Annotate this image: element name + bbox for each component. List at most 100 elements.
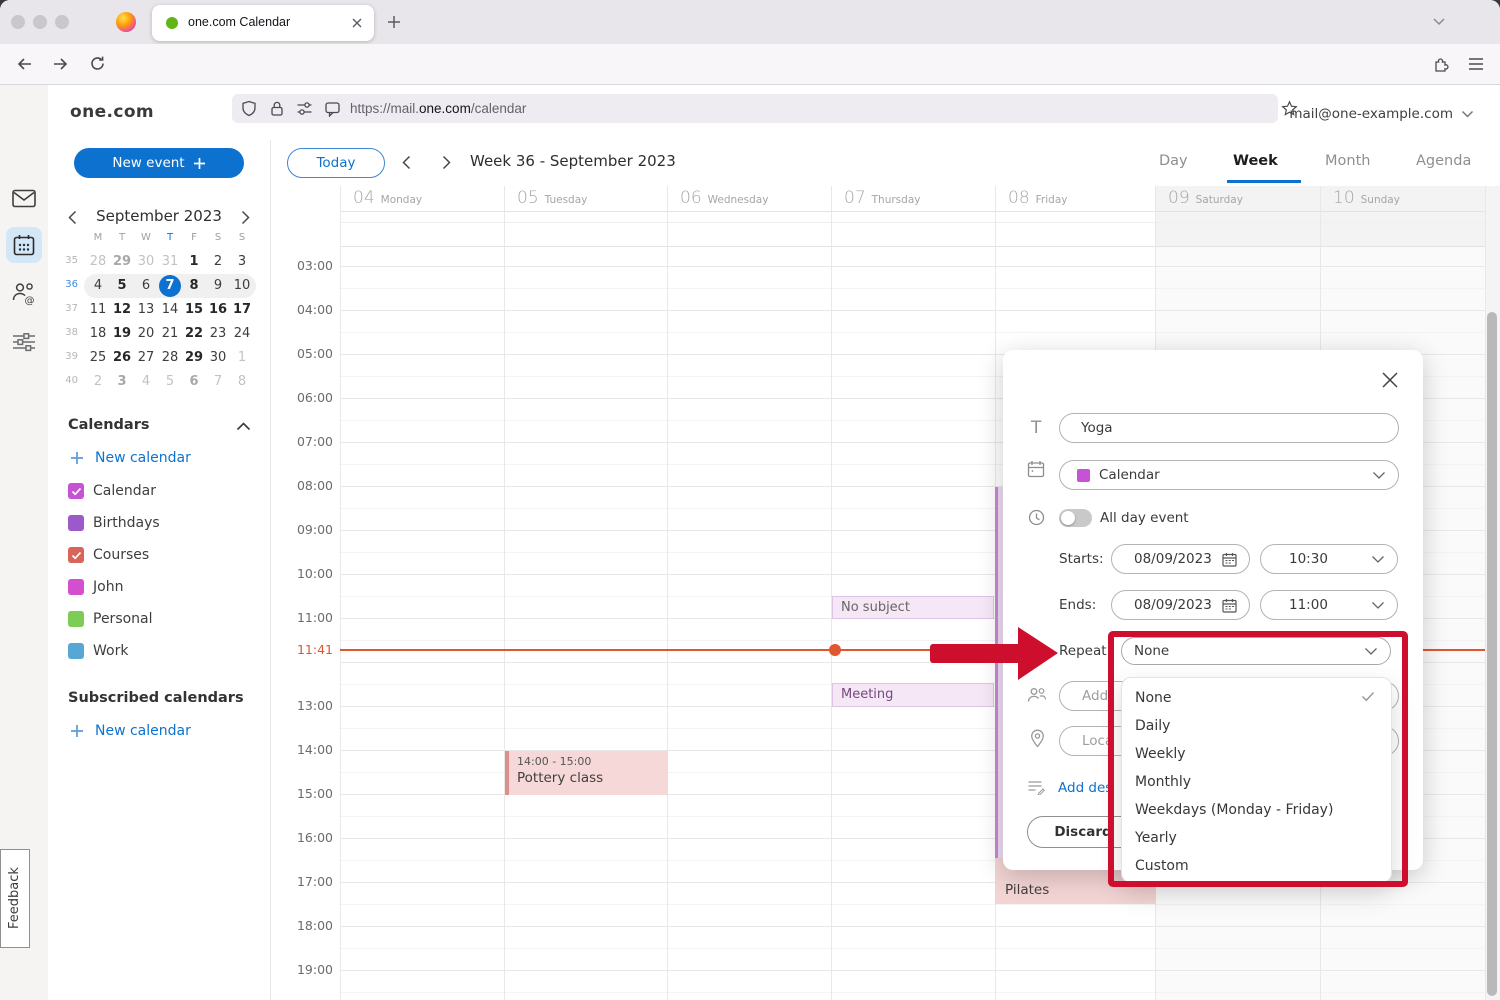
tab-month[interactable]: Month — [1325, 153, 1370, 169]
settings-sliders-icon[interactable] — [12, 332, 36, 352]
mini-day[interactable]: 24 — [230, 322, 254, 346]
end-time-select[interactable]: 11:00 — [1260, 590, 1398, 620]
mail-icon[interactable] — [12, 189, 36, 208]
tab-day[interactable]: Day — [1159, 153, 1188, 169]
calendar-color-checkbox[interactable] — [68, 579, 84, 595]
window-close-button[interactable] — [11, 15, 25, 29]
one-com-logo[interactable]: one.com — [70, 102, 154, 122]
day-header[interactable]: 05Tuesday — [517, 188, 587, 208]
day-header[interactable]: 08Friday — [1008, 188, 1067, 208]
mini-day[interactable]: 20 — [134, 322, 158, 346]
start-date-input[interactable]: 08/09/2023 — [1111, 544, 1250, 574]
mini-day[interactable]: 1 — [230, 346, 254, 370]
calendar-list-item[interactable]: Personal — [68, 611, 153, 627]
extensions-puzzle-icon[interactable] — [1432, 55, 1450, 73]
new-calendar-link[interactable]: New calendar — [70, 450, 191, 466]
end-date-input[interactable]: 08/09/2023 — [1111, 590, 1250, 620]
mini-day[interactable]: 31 — [158, 250, 182, 274]
account-menu[interactable]: mail@one-example.com — [1289, 106, 1474, 122]
day-header[interactable]: 10Sunday — [1333, 188, 1400, 208]
datepicker-icon[interactable] — [1222, 598, 1237, 613]
mini-day[interactable]: 25 — [86, 346, 110, 370]
mini-day[interactable]: 6 — [182, 370, 206, 394]
partially-hidden-event[interactable] — [995, 487, 1003, 862]
mini-day[interactable]: 27 — [134, 346, 158, 370]
mini-day[interactable]: 3 — [230, 250, 254, 274]
prev-week-chevron-icon[interactable] — [401, 155, 412, 170]
mini-day[interactable]: 2 — [206, 250, 230, 274]
mini-day[interactable]: 8 — [182, 274, 206, 298]
menu-hamburger-icon[interactable] — [1468, 57, 1484, 71]
window-minimize-button[interactable] — [33, 15, 47, 29]
event-title-input[interactable]: Yoga — [1059, 413, 1399, 443]
mini-day[interactable]: 4 — [86, 274, 110, 298]
calendar-color-checkbox[interactable] — [68, 515, 84, 531]
mini-day[interactable]: 5 — [110, 274, 134, 298]
browser-tab[interactable]: one.com Calendar — [152, 5, 374, 41]
tab-week[interactable]: Week — [1233, 153, 1278, 169]
mini-day[interactable]: 3 — [110, 370, 134, 394]
mini-day-selected[interactable]: 7 — [159, 275, 181, 297]
calendar-color-checkbox[interactable] — [68, 643, 84, 659]
new-tab-icon[interactable] — [386, 14, 402, 30]
message-icon[interactable] — [324, 100, 341, 117]
back-icon[interactable] — [16, 56, 33, 72]
calendar-list-item[interactable]: Birthdays — [68, 515, 160, 531]
address-bar[interactable]: https://mail.one.com/calendar — [232, 94, 1278, 123]
mini-day[interactable]: 6 — [134, 274, 158, 298]
datepicker-icon[interactable] — [1222, 552, 1237, 567]
calendar-list-item[interactable]: Courses — [68, 547, 149, 563]
mini-day[interactable]: 11 — [86, 298, 110, 322]
mini-day[interactable]: 28 — [158, 346, 182, 370]
mini-day[interactable]: 14 — [158, 298, 182, 322]
calendar-select[interactable]: Calendar — [1059, 460, 1399, 490]
lock-icon[interactable] — [269, 100, 285, 117]
next-week-chevron-icon[interactable] — [441, 155, 452, 170]
day-header[interactable]: 06Wednesday — [680, 188, 768, 208]
event-no-subject[interactable]: No subject — [832, 596, 994, 619]
day-header[interactable]: 07Thursday — [844, 188, 920, 208]
calendar-list-item[interactable]: Work — [68, 643, 128, 659]
add-description-link[interactable]: Add des — [1058, 780, 1112, 796]
mini-day[interactable]: 10 — [230, 274, 254, 298]
mini-day[interactable]: 12 — [110, 298, 134, 322]
close-icon[interactable] — [1381, 371, 1399, 389]
event-meeting[interactable]: Meeting — [832, 683, 994, 707]
tab-close-icon[interactable] — [351, 17, 363, 29]
start-time-select[interactable]: 10:30 — [1260, 544, 1398, 574]
tab-list-chevron-icon[interactable] — [1432, 17, 1446, 27]
all-day-toggle[interactable] — [1059, 509, 1092, 527]
calendar-list-item[interactable]: John — [68, 579, 123, 595]
mini-day[interactable]: 30 — [206, 346, 230, 370]
mini-day[interactable]: 5 — [158, 370, 182, 394]
mini-day[interactable]: 23 — [206, 322, 230, 346]
event-pottery-class[interactable]: 14:00 - 15:00 Pottery class — [505, 751, 668, 795]
mini-day[interactable]: 4 — [134, 370, 158, 394]
calendar-list-item[interactable]: Calendar — [68, 483, 156, 499]
mini-day[interactable]: 13 — [134, 298, 158, 322]
mini-day[interactable]: 28 — [86, 250, 110, 274]
mini-day[interactable]: 8 — [230, 370, 254, 394]
mini-day[interactable]: 9 — [206, 274, 230, 298]
forward-icon[interactable] — [52, 56, 69, 72]
shield-icon[interactable] — [241, 100, 257, 117]
new-event-button[interactable]: New event — [74, 148, 244, 178]
contacts-icon[interactable]: @ — [11, 281, 37, 306]
calendar-color-checkbox[interactable] — [68, 547, 84, 563]
today-button[interactable]: Today — [287, 148, 385, 178]
mini-day[interactable]: 26 — [110, 346, 134, 370]
window-zoom-button[interactable] — [55, 15, 69, 29]
new-subscribed-calendar-link[interactable]: New calendar — [70, 723, 191, 739]
permissions-icon[interactable] — [296, 101, 313, 116]
scrollbar-thumb[interactable] — [1487, 312, 1497, 996]
day-header[interactable]: 04Monday — [353, 188, 422, 208]
tab-agenda[interactable]: Agenda — [1416, 153, 1471, 169]
collapse-chevron-up-icon[interactable] — [236, 421, 251, 431]
mini-day[interactable]: 15 — [182, 298, 206, 322]
mini-next-month-chevron-icon[interactable] — [240, 210, 251, 225]
mini-day[interactable]: 22 — [182, 322, 206, 346]
mini-day[interactable]: 29 — [182, 346, 206, 370]
mini-day[interactable]: 2 — [86, 370, 110, 394]
calendar-icon[interactable] — [13, 234, 35, 256]
mini-day[interactable]: 29 — [110, 250, 134, 274]
